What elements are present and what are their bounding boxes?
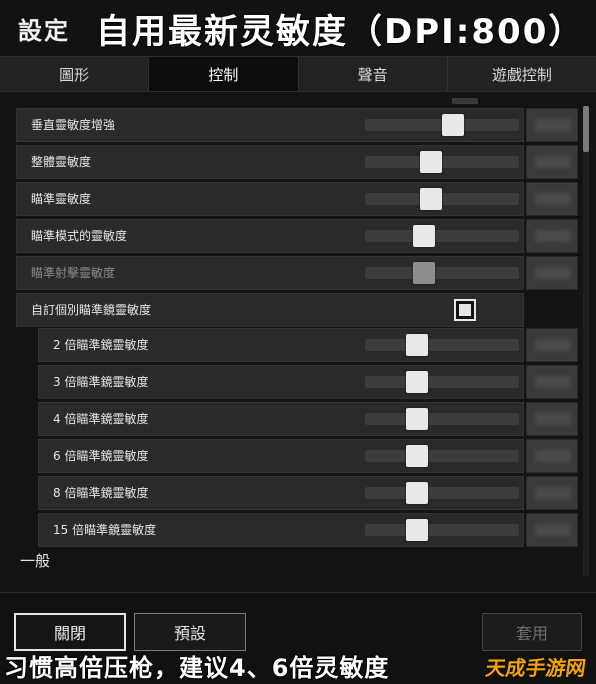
checkbox-checkmark: [459, 304, 471, 316]
setting-label: 4 倍瞄準鏡靈敏度: [53, 412, 149, 426]
setting-label: 6 倍瞄準鏡靈敏度: [53, 449, 149, 463]
slider-track[interactable]: [365, 225, 519, 247]
slider-track[interactable]: [365, 151, 519, 173]
overlay-title: 自用最新灵敏度（DPI:800）: [96, 12, 585, 52]
page-title: 設定: [18, 17, 70, 45]
setting-row-custom-scope[interactable]: 自訂個別瞄準鏡靈敏度: [16, 293, 524, 327]
slider-thumb[interactable]: [406, 371, 428, 393]
value-box[interactable]: [526, 439, 578, 473]
value-box[interactable]: [526, 182, 578, 216]
value-box[interactable]: [526, 145, 578, 179]
slider-track[interactable]: [365, 445, 519, 467]
setting-row-scope-2x: 2 倍瞄準鏡靈敏度: [38, 328, 524, 362]
scrollbar-thumb[interactable]: [583, 106, 589, 152]
slider-track[interactable]: [365, 114, 519, 136]
value-box[interactable]: [526, 328, 578, 362]
value-box[interactable]: [526, 402, 578, 436]
tab-bar: 圖形 控制 聲音 遊戲控制: [0, 56, 596, 92]
slider-thumb[interactable]: [406, 482, 428, 504]
default-button[interactable]: 預設: [134, 613, 246, 651]
setting-row-scope-8x: 8 倍瞄準鏡靈敏度: [38, 476, 524, 510]
value-box: [526, 256, 578, 290]
setting-row-aim: 瞄準靈敏度: [16, 182, 524, 216]
setting-label: 3 倍瞄準鏡靈敏度: [53, 375, 149, 389]
value-box[interactable]: [526, 476, 578, 510]
setting-row-aim-fire: 瞄準射擊靈敏度: [16, 256, 524, 290]
setting-label: 垂直靈敏度增強: [31, 118, 116, 132]
setting-label: 整體靈敏度: [31, 155, 92, 169]
title-bar: 設定 自用最新灵敏度（DPI:800）: [0, 0, 596, 56]
value-box[interactable]: [526, 365, 578, 399]
slider-track[interactable]: [365, 482, 519, 504]
site-watermark: 天成手游网: [484, 656, 588, 680]
value-box[interactable]: [526, 513, 578, 547]
setting-label: 瞄準射擊靈敏度: [31, 266, 116, 280]
tab-graphics[interactable]: 圖形: [0, 57, 149, 91]
slider-thumb[interactable]: [413, 225, 435, 247]
value-box[interactable]: [526, 219, 578, 253]
setting-row-aim-mode: 瞄準模式的靈敏度: [16, 219, 524, 253]
tab-game-controls[interactable]: 遊戲控制: [446, 57, 596, 91]
tab-sound[interactable]: 聲音: [297, 57, 447, 91]
setting-label: 瞄準模式的靈敏度: [31, 229, 128, 243]
slider-thumb[interactable]: [406, 445, 428, 467]
custom-scope-checkbox[interactable]: [454, 299, 476, 321]
setting-row-vertical-boost: 垂直靈敏度增強: [16, 108, 524, 142]
setting-label: 自訂個別瞄準鏡靈敏度: [31, 303, 152, 317]
scrollbar[interactable]: [583, 106, 589, 576]
slider-track: [365, 262, 519, 284]
slider-track[interactable]: [365, 371, 519, 393]
slider-thumb[interactable]: [442, 114, 464, 136]
section-heading-general: 一般: [20, 552, 51, 570]
slider-track[interactable]: [365, 408, 519, 430]
setting-row-scope-15x: 15 倍瞄準鏡靈敏度: [38, 513, 524, 547]
slider-track[interactable]: [365, 188, 519, 210]
apply-button[interactable]: 套用: [482, 613, 582, 651]
video-caption: 习惯高倍压枪，建议4、6倍灵敏度: [4, 654, 390, 682]
slider-thumb[interactable]: [420, 151, 442, 173]
setting-row-scope-4x: 4 倍瞄準鏡靈敏度: [38, 402, 524, 436]
slider-thumb[interactable]: [406, 408, 428, 430]
setting-label: 瞄準靈敏度: [31, 192, 92, 206]
collapsed-row-edge: [452, 98, 478, 104]
settings-list: 垂直靈敏度增強 整體靈敏度 瞄準靈敏度 瞄準模式的靈敏度 瞄準射擊靈敏度 自訂個…: [0, 92, 596, 592]
setting-label: 2 倍瞄準鏡靈敏度: [53, 338, 149, 352]
slider-track[interactable]: [365, 519, 519, 541]
setting-row-scope-3x: 3 倍瞄準鏡靈敏度: [38, 365, 524, 399]
tab-controls[interactable]: 控制: [148, 57, 298, 91]
slider-thumb[interactable]: [420, 188, 442, 210]
slider-thumb[interactable]: [406, 334, 428, 356]
setting-label: 8 倍瞄準鏡靈敏度: [53, 486, 149, 500]
setting-row-overall: 整體靈敏度: [16, 145, 524, 179]
close-button[interactable]: 關閉: [14, 613, 126, 651]
setting-label: 15 倍瞄準鏡靈敏度: [53, 523, 157, 537]
setting-row-scope-6x: 6 倍瞄準鏡靈敏度: [38, 439, 524, 473]
slider-track[interactable]: [365, 334, 519, 356]
slider-thumb: [413, 262, 435, 284]
value-box[interactable]: [526, 108, 578, 142]
slider-thumb[interactable]: [406, 519, 428, 541]
